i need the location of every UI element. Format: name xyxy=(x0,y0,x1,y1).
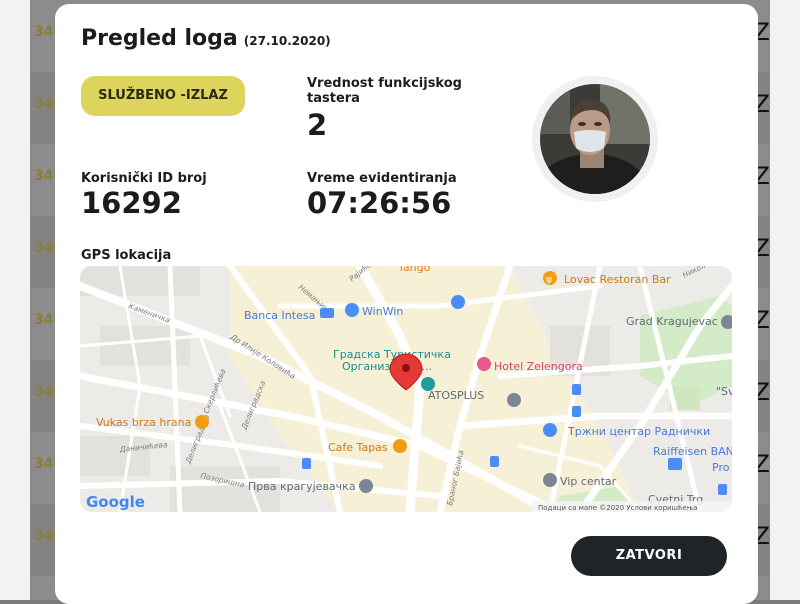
place-icon xyxy=(543,473,557,487)
google-logo: Google xyxy=(86,493,145,511)
shopping-icon xyxy=(345,303,359,317)
map-poi-label: Vukas brza hrana xyxy=(96,416,191,429)
map-poi-label: Cafe Tapas xyxy=(328,441,388,454)
user-id-label: Korisnički ID broj xyxy=(81,171,207,186)
close-button[interactable]: ZATVORI xyxy=(571,536,727,576)
hotel-icon xyxy=(477,357,491,371)
modal-date: (27.10.2020) xyxy=(243,34,331,48)
map-poi-label: Raiffeisen BAN xyxy=(653,445,732,458)
user-photo xyxy=(540,84,650,194)
bank-icon xyxy=(320,308,334,318)
map-poi-label: "Sv xyxy=(716,385,732,398)
map-poi-label: Hotel Zelengora xyxy=(494,360,583,373)
map-poi-label: Тржни центар Раднички xyxy=(567,425,710,438)
bus-stop-icon xyxy=(718,484,727,495)
map-poi-label: Banca Intesa xyxy=(244,309,315,322)
background-right-strip xyxy=(770,0,800,600)
map-poi-label: Lovac Restoran Bar xyxy=(564,273,671,286)
log-type-badge: SLUŽBENO -IZLAZ xyxy=(81,76,245,116)
education-icon xyxy=(359,479,373,493)
bank-icon xyxy=(668,458,682,470)
camera-icon xyxy=(421,377,435,391)
map-poi-label: ATOSPLUS xyxy=(428,389,484,402)
bus-stop-icon xyxy=(302,458,311,469)
user-photo-frame xyxy=(532,76,658,202)
place-icon xyxy=(507,393,521,407)
map-poi-label: Tango xyxy=(397,266,431,274)
modal-title: Pregled loga (27.10.2020) xyxy=(81,26,331,51)
map-poi-label: Vip centar xyxy=(560,475,617,488)
record-time-value: 07:26:56 xyxy=(307,186,452,220)
gps-location-label: GPS lokacija xyxy=(81,248,172,263)
background-left-strip xyxy=(0,0,30,600)
cafe-icon xyxy=(393,439,407,453)
map-poi-label: Pro xyxy=(712,461,730,474)
restaurant-icon xyxy=(195,415,209,429)
svg-text:ψ: ψ xyxy=(546,275,552,285)
map-attribution[interactable]: Подаци са мапе ©2020 Услови коришћења xyxy=(538,504,697,512)
log-preview-modal: Pregled loga (27.10.2020) SLUŽBENO -IZLAZ… xyxy=(55,4,758,604)
gps-map[interactable]: Каменичка Др Илије Коловића Скерлићева Д… xyxy=(80,266,732,512)
shopping-icon xyxy=(451,295,465,309)
map-poi-label: WinWin xyxy=(362,305,403,318)
bus-stop-icon xyxy=(490,456,499,467)
map-poi-label: Прва крагујевачка xyxy=(248,480,356,493)
shopping-icon xyxy=(543,423,557,437)
function-key-value: 2 xyxy=(307,108,328,142)
bus-stop-icon xyxy=(572,406,581,417)
function-key-label: Vrednost funkcijskog tastera xyxy=(307,76,462,106)
record-time-label: Vreme evidentiranja xyxy=(307,171,457,186)
modal-title-text: Pregled loga xyxy=(81,26,238,51)
user-id-value: 16292 xyxy=(81,186,182,220)
bus-stop-icon xyxy=(572,384,581,395)
map-poi-label: Grad Kragujevac xyxy=(626,315,718,328)
restaurant-icon: ψ xyxy=(543,271,557,285)
